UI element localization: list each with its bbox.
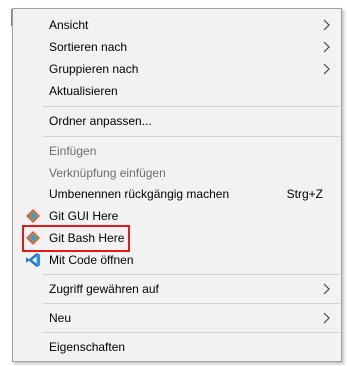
menu-item-eigenschaften[interactable]: Eigenschaften: [13, 336, 341, 358]
shortcut-label: Strg+Z: [286, 187, 323, 201]
menu-item-ordner-anpassen[interactable]: Ordner anpassen...: [13, 110, 341, 132]
menu-item-gruppieren-nach[interactable]: Gruppieren nach: [13, 58, 341, 80]
menu-item-label: Verknüpfung einfügen: [49, 166, 166, 180]
menu-item-neu[interactable]: Neu: [13, 307, 341, 329]
chevron-right-icon: [323, 312, 330, 324]
menu-separator: [43, 303, 340, 304]
menu-item-label: Gruppieren nach: [49, 62, 139, 76]
chevron-right-icon: [323, 63, 330, 75]
vscode-icon: [26, 253, 40, 267]
menu-item-aktualisieren[interactable]: Aktualisieren: [13, 80, 341, 102]
menu-item-verknuepfung-einfuegen: Verknüpfung einfügen: [13, 162, 341, 184]
menu-separator: [43, 332, 340, 333]
context-menu: Ansicht Sortieren nach Gruppieren nach A…: [12, 8, 342, 362]
menu-item-sortieren-nach[interactable]: Sortieren nach: [13, 36, 341, 58]
menu-item-label: Einfügen: [49, 144, 97, 158]
menu-item-git-gui-here[interactable]: Git GUI Here: [13, 205, 341, 227]
menu-separator: [43, 274, 340, 275]
menu-item-label: Eigenschaften: [49, 340, 126, 354]
chevron-right-icon: [323, 283, 330, 295]
chevron-right-icon: [323, 41, 330, 53]
menu-item-label: Ansicht: [49, 18, 89, 32]
menu-item-label: Mit Code öffnen: [49, 253, 134, 267]
menu-item-label: Git GUI Here: [49, 209, 119, 223]
git-diamond-icon: [26, 209, 40, 223]
menu-separator: [43, 106, 340, 107]
menu-separator: [43, 136, 340, 137]
menu-item-mit-code-oeffnen[interactable]: Mit Code öffnen: [13, 249, 341, 271]
menu-item-label: Zugriff gewähren auf: [49, 282, 159, 296]
menu-item-label: Ordner anpassen...: [49, 114, 152, 128]
highlight-box: [22, 225, 130, 252]
menu-item-label: Neu: [49, 311, 72, 325]
menu-item-umbenennen-rueckgaengig[interactable]: Umbenennen rückgängig machen Strg+Z: [13, 183, 341, 205]
menu-item-einfuegen: Einfügen: [13, 140, 341, 162]
menu-item-label: Sortieren nach: [49, 40, 128, 54]
menu-item-label: Aktualisieren: [49, 84, 118, 98]
menu-item-zugriff-gewaehren[interactable]: Zugriff gewähren auf: [13, 278, 341, 300]
menu-item-ansicht[interactable]: Ansicht: [13, 14, 341, 36]
menu-item-label: Umbenennen rückgängig machen: [49, 187, 230, 201]
chevron-right-icon: [323, 19, 330, 31]
